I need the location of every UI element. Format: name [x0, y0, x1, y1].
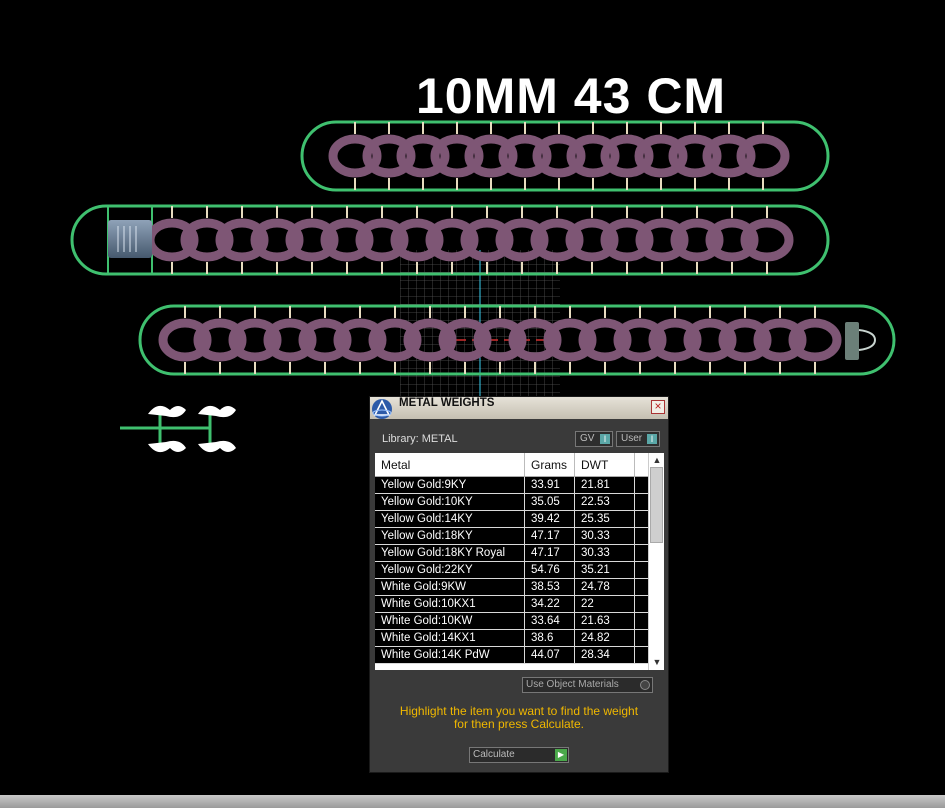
cell-grams: 38.6 — [525, 630, 575, 646]
cell-dwt: 25.35 — [575, 511, 635, 527]
cell-grams: 33.64 — [525, 613, 575, 629]
cell-metal: Yellow Gold:18KY — [375, 528, 525, 544]
cell-dwt: 24.82 — [575, 630, 635, 646]
cell-dwt: 21.63 — [575, 613, 635, 629]
cell-grams: 39.42 — [525, 511, 575, 527]
use-object-materials-checkbox[interactable]: Use Object Materials — [522, 677, 653, 693]
column-header-metal[interactable]: Metal — [375, 453, 525, 476]
gv-toggle-indicator: I — [600, 434, 610, 444]
cell-grams: 44.07 — [525, 647, 575, 663]
table-row[interactable]: White Gold:10KW 33.64 21.63 — [375, 613, 648, 630]
cell-dwt: 21.81 — [575, 477, 635, 493]
side-view-icon[interactable] — [120, 405, 236, 453]
table-row[interactable]: Yellow Gold:9KY 33.91 21.81 — [375, 477, 648, 494]
cell-dwt: 28.34 — [575, 647, 635, 663]
table-row[interactable]: White Gold:14K PdW 44.07 28.34 — [375, 647, 648, 664]
checkbox-indicator-icon — [640, 680, 650, 690]
table-row[interactable]: Yellow Gold:22KY 54.76 35.21 — [375, 562, 648, 579]
cell-metal: Yellow Gold:14KY — [375, 511, 525, 527]
table-row[interactable]: White Gold:14KX1 38.6 24.82 — [375, 630, 648, 647]
cell-metal: Yellow Gold:18KY Royal — [375, 545, 525, 561]
status-bar — [0, 795, 945, 808]
scroll-thumb[interactable] — [650, 467, 663, 543]
box-clasp-icon — [108, 220, 152, 258]
cell-dwt: 22 — [575, 596, 635, 612]
cell-grams: 34.22 — [525, 596, 575, 612]
cell-grams: 35.05 — [525, 494, 575, 510]
cell-dwt: 30.33 — [575, 528, 635, 544]
use-object-materials-label: Use Object Materials — [526, 679, 619, 690]
cell-metal: White Gold:14K PdW — [375, 647, 525, 663]
cell-grams: 47.17 — [525, 545, 575, 561]
column-header-dwt[interactable]: DWT — [575, 453, 635, 476]
play-arrow-icon: ▶ — [555, 749, 567, 761]
cell-metal: Yellow Gold:22KY — [375, 562, 525, 578]
table-body: Yellow Gold:9KY 33.91 21.81 Yellow Gold:10K… — [375, 477, 648, 664]
cell-metal: Yellow Gold:10KY — [375, 494, 525, 510]
cell-metal: White Gold:10KX1 — [375, 596, 525, 612]
cell-metal: Yellow Gold:9KY — [375, 477, 525, 493]
chain-strand-top[interactable] — [300, 120, 830, 192]
cell-metal: White Gold:10KW — [375, 613, 525, 629]
column-header-grams[interactable]: Grams — [525, 453, 575, 476]
tongue-clasp-icon — [845, 322, 877, 360]
table-row[interactable]: White Gold:10KX1 34.22 22 — [375, 596, 648, 613]
dialog-titlebar[interactable]: METAL WEIGHTS × — [370, 397, 668, 419]
table-row[interactable]: Yellow Gold:14KY 39.42 25.35 — [375, 511, 648, 528]
table-row[interactable]: Yellow Gold:10KY 35.05 22.53 — [375, 494, 648, 511]
metal-weights-table[interactable]: Metal Grams DWT Yellow Gold:9KY 33.91 21.8… — [375, 453, 664, 670]
calculate-label: Calculate — [473, 749, 515, 760]
table-row[interactable]: Yellow Gold:18KY Royal 47.17 30.33 — [375, 545, 648, 562]
table-row[interactable]: Yellow Gold:18KY 47.17 30.33 — [375, 528, 648, 545]
cell-dwt: 22.53 — [575, 494, 635, 510]
instruction-line-2: for then press Calculate. — [453, 717, 585, 731]
cell-dwt: 30.33 — [575, 545, 635, 561]
gv-toggle-label: GV — [580, 433, 595, 444]
user-toggle-label: User — [621, 433, 643, 444]
cell-metal: White Gold:14KX1 — [375, 630, 525, 646]
cell-grams: 47.17 — [525, 528, 575, 544]
app-logo-icon — [372, 399, 392, 419]
dialog-title: METAL WEIGHTS — [399, 397, 495, 409]
close-icon[interactable]: × — [651, 400, 665, 414]
cell-grams: 33.91 — [525, 477, 575, 493]
table-scrollbar[interactable]: ▲ ▼ — [648, 453, 664, 670]
scroll-up-icon[interactable]: ▲ — [651, 455, 663, 465]
cell-dwt: 35.21 — [575, 562, 635, 578]
canvas-title: 10MM 43 CM — [416, 68, 727, 124]
calculate-button[interactable]: Calculate ▶ — [469, 747, 569, 763]
cell-dwt: 24.78 — [575, 579, 635, 595]
metal-weights-dialog[interactable]: METAL WEIGHTS × Library: METAL GV I User… — [369, 396, 669, 773]
cell-metal: White Gold:9KW — [375, 579, 525, 595]
library-label: Library: METAL — [382, 433, 458, 445]
scroll-down-icon[interactable]: ▼ — [651, 657, 663, 667]
cell-grams: 54.76 — [525, 562, 575, 578]
user-toggle-indicator: I — [647, 434, 657, 444]
user-toggle[interactable]: User I — [616, 431, 660, 447]
table-row[interactable]: White Gold:9KW 38.53 24.78 — [375, 579, 648, 596]
table-header: Metal Grams DWT — [375, 453, 648, 477]
instruction-text: Highlight the item you want to find the … — [380, 705, 658, 731]
cell-grams: 38.53 — [525, 579, 575, 595]
gv-toggle[interactable]: GV I — [575, 431, 613, 447]
